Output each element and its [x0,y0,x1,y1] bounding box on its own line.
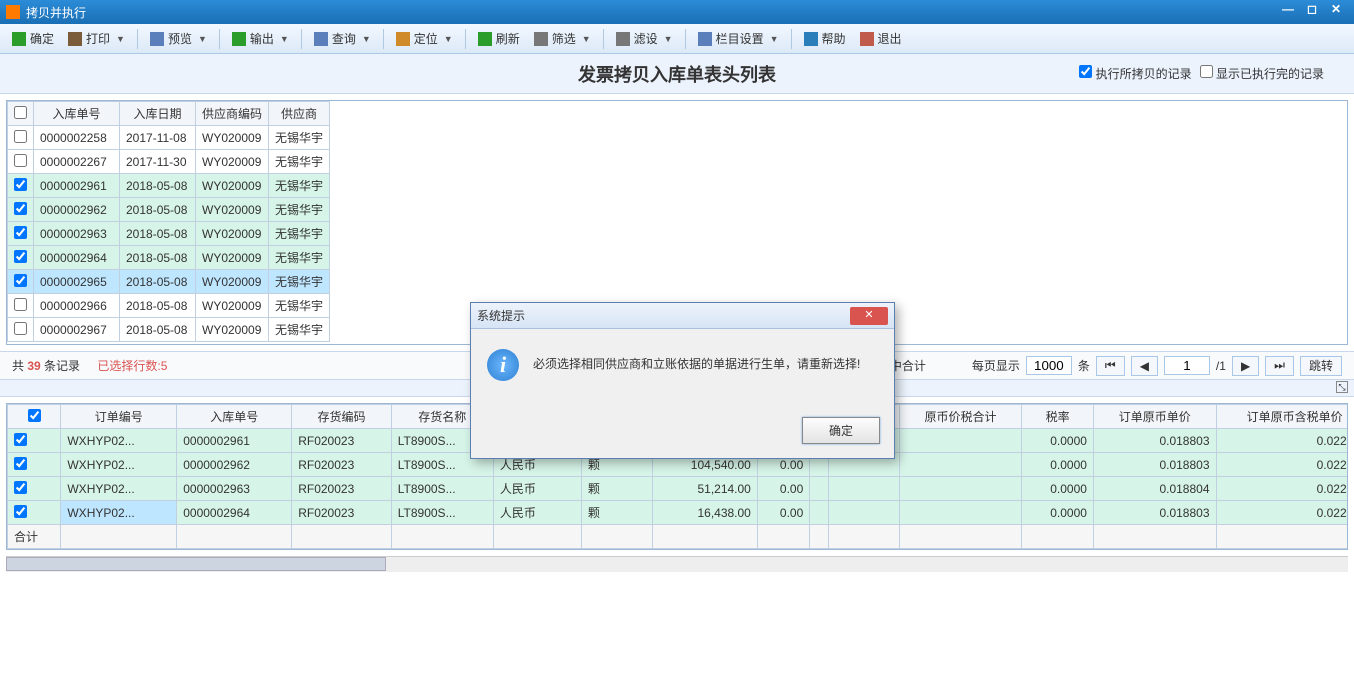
dialog-title-bar[interactable]: 系统提示 ✕ [471,303,894,329]
dialog-overlay: 系统提示 ✕ i 必须选择相同供应商和立账依据的单据进行生单，请重新选择! 确定 [0,0,1354,694]
dialog-close-button[interactable]: ✕ [850,307,888,325]
dialog-message: 必须选择相同供应商和立账依据的单据进行生单，请重新选择! [533,349,860,372]
system-dialog: 系统提示 ✕ i 必须选择相同供应商和立账依据的单据进行生单，请重新选择! 确定 [470,302,895,459]
info-icon: i [487,349,519,381]
dialog-title: 系统提示 [477,307,525,324]
dialog-ok-button[interactable]: 确定 [802,417,880,444]
